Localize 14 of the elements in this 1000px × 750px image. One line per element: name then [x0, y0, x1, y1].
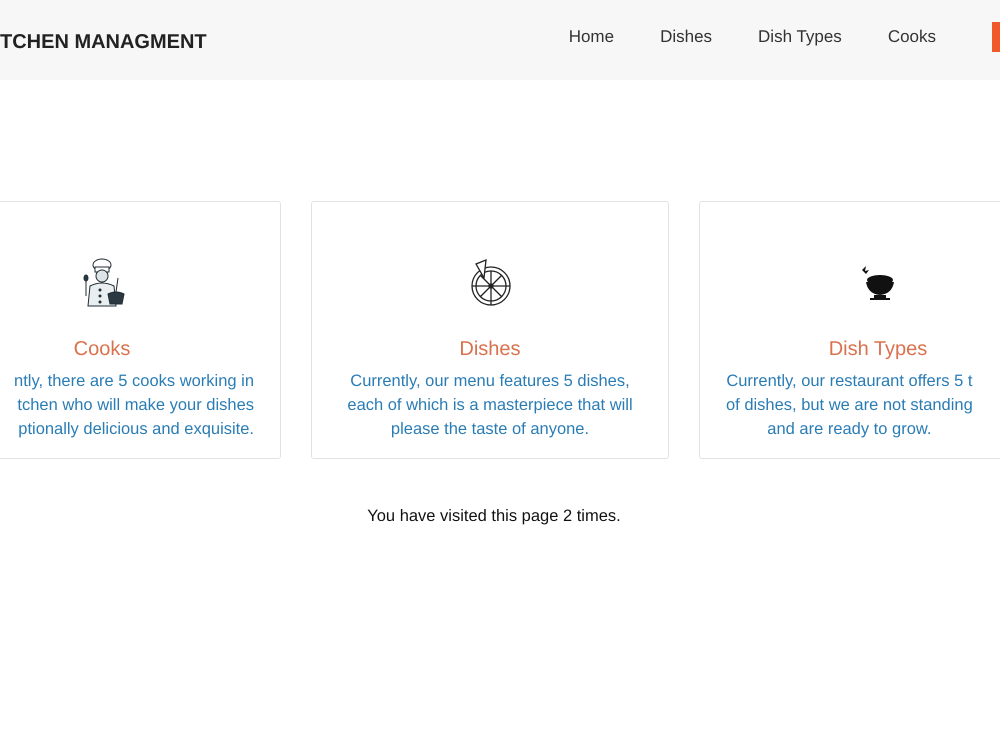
header-button[interactable] [992, 22, 1000, 52]
visit-counter: You have visited this page 2 times. [366, 507, 622, 526]
pot-icon [860, 264, 896, 302]
card-description: Currently, our menu features 5 dishes, each of which is a masterpiece that will please the taste of anyone. [347, 371, 633, 440]
nav-link[interactable]: Dishes [660, 27, 712, 47]
card-title: Dishes [459, 338, 521, 361]
nav-link[interactable]: Dish Types [758, 27, 842, 47]
nav-link[interactable]: Home [568, 27, 614, 47]
nav-link[interactable]: Cooks [888, 27, 936, 47]
card-description: Currently, our restaurant offers 5 t of dishes, but we are not standing and are ready to grow. [725, 371, 973, 440]
card-title: Dish Types [828, 338, 928, 361]
card-title: Cooks [74, 338, 130, 361]
card-description: ntly, there are 5 cooks working in tchen who will make your dishes ptionally delicious and exquisite. [14, 371, 255, 440]
brand-title: TCHEN MANAGMENT [0, 30, 207, 54]
